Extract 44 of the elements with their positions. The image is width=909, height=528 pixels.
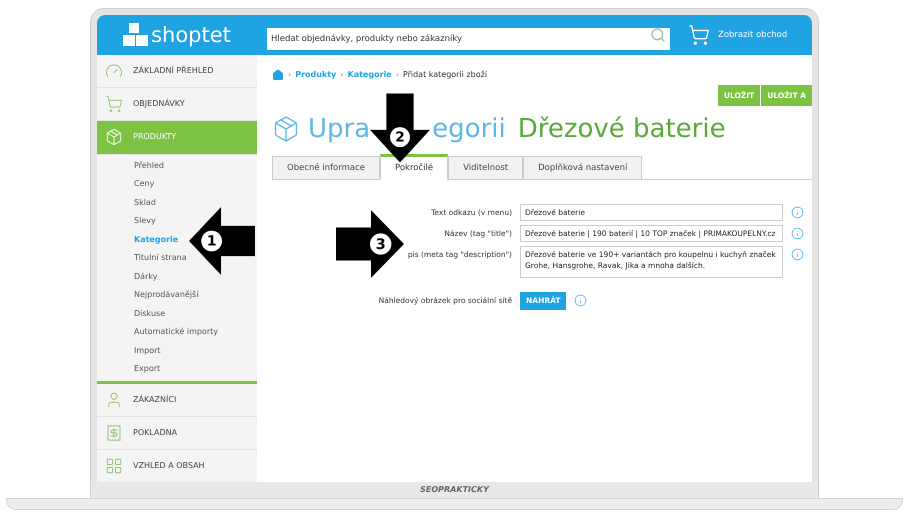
submenu-item[interactable]: Slevy	[134, 212, 156, 231]
menu-icon	[105, 128, 123, 146]
annotation-arrow: 2	[370, 93, 430, 163]
logo-text: shoptet	[151, 24, 231, 46]
breadcrumb-separator: ›	[288, 69, 292, 81]
annotation-arrow: 3	[335, 210, 405, 278]
breadcrumb-item: Přidat kategorii zboží	[402, 69, 488, 81]
brand-label: SEOPRAKTICKY	[420, 484, 489, 496]
tab[interactable]: Pokročilé	[380, 154, 448, 180]
box-icon	[272, 115, 300, 143]
submenu-item[interactable]: Titulní strana	[134, 249, 187, 268]
submenu-item[interactable]: Import	[134, 342, 161, 360]
tab[interactable]: Viditelnost	[448, 156, 524, 180]
menu-icon	[105, 456, 123, 475]
info-icon[interactable]	[791, 206, 804, 219]
info-icon[interactable]	[574, 294, 588, 307]
submenu-item[interactable]: Diskuse	[134, 304, 166, 324]
logo-icon	[123, 23, 150, 47]
search-field[interactable]: Hledat objednávky, produkty nebo zákazníky	[267, 28, 670, 50]
home-icon[interactable]	[272, 69, 284, 81]
breadcrumb-separator: ›	[340, 69, 344, 81]
submenu-item[interactable]: Ceny	[134, 175, 154, 194]
submenu-item[interactable]: Nejprodávanější	[134, 286, 198, 305]
info-icon[interactable]	[791, 248, 804, 261]
menu-icon	[105, 95, 123, 114]
tab[interactable]: Obecné informace	[272, 156, 380, 180]
submenu-item[interactable]: Automatické importy	[134, 323, 218, 342]
menu-icon	[105, 424, 123, 442]
breadcrumb-separator: ›	[396, 69, 399, 81]
category-name: Dřezové baterie	[518, 112, 726, 146]
tab[interactable]: Doplňková nastavení	[523, 156, 642, 180]
info-icon[interactable]	[791, 227, 804, 240]
page-title: egorii	[432, 112, 506, 146]
search-icon	[650, 27, 666, 43]
submenu-item[interactable]: Přehled	[134, 156, 164, 176]
submenu-item[interactable]: Export	[134, 360, 160, 379]
submenu-item[interactable]: Sklad	[134, 194, 156, 212]
sidebar-item[interactable]: ZÁKLADNÍ PŘEHLED	[97, 55, 257, 88]
page-title: Upra	[308, 112, 370, 146]
submenu-item[interactable]: Dárky	[134, 268, 158, 286]
cart-icon	[688, 24, 710, 46]
sidebar-item[interactable]: ZÁKAZNÍCI	[97, 384, 257, 417]
annotation-arrow: 1	[189, 207, 255, 275]
sidebar-item[interactable]: POKLADNA	[97, 416, 257, 450]
